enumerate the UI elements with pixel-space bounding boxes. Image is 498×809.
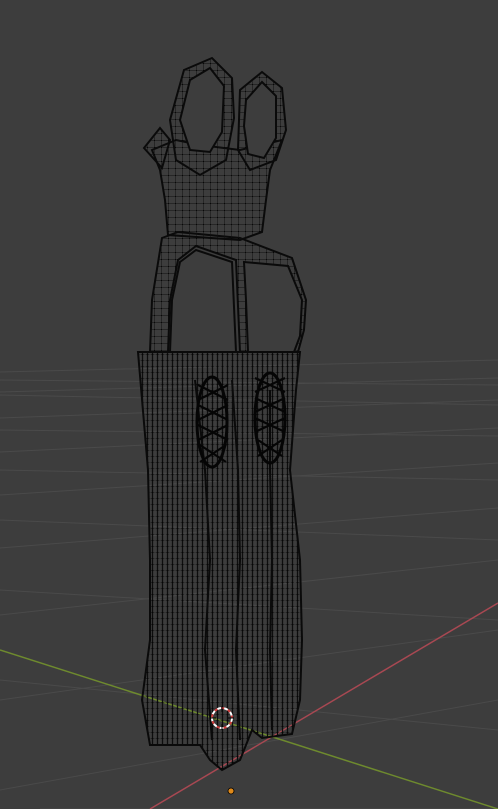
origin-dot-icon [227, 787, 235, 795]
3d-viewport[interactable] [0, 0, 498, 809]
viewport-canvas[interactable] [0, 0, 498, 809]
dress-mesh[interactable] [136, 56, 308, 772]
